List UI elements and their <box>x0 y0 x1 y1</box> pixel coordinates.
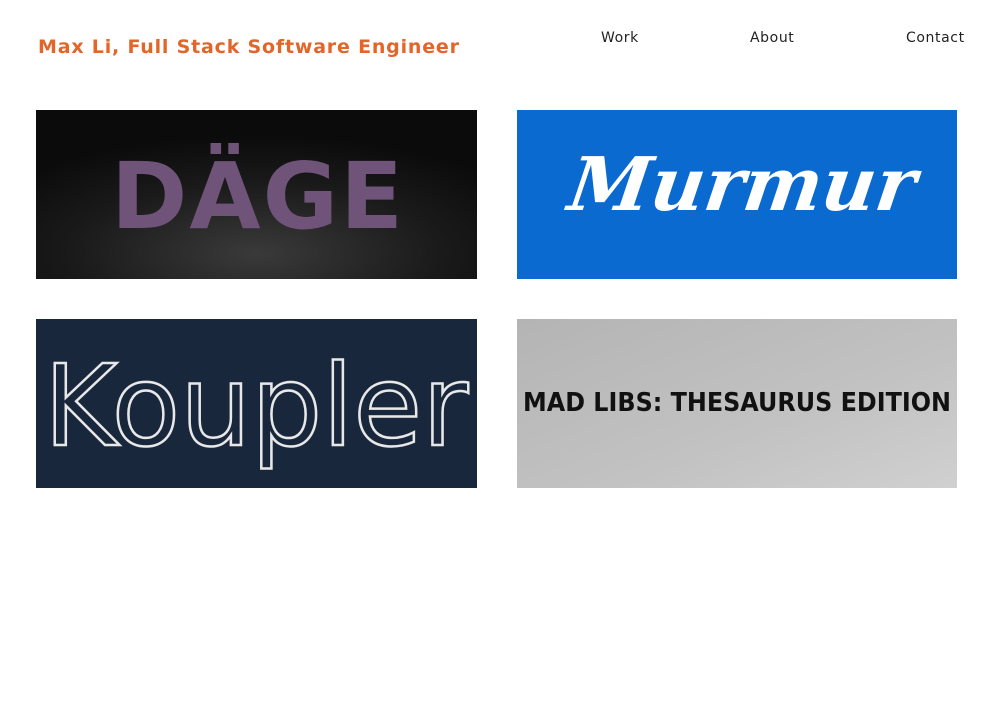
project-tile-dage[interactable]: DÄGE <box>36 110 477 279</box>
dage-logo-image: DÄGE <box>36 110 477 279</box>
nav-link-work[interactable]: Work <box>601 30 639 46</box>
project-tile-koupler[interactable]: Koupler <box>36 319 477 488</box>
main-nav: Work About Contact <box>0 30 997 50</box>
nav-link-contact[interactable]: Contact <box>906 30 965 46</box>
murmur-logo-image: Murmur <box>517 110 957 279</box>
project-tile-murmur[interactable]: Murmur <box>517 110 957 279</box>
dage-logo-text: DÄGE <box>111 142 405 250</box>
murmur-logo-text: Murmur <box>561 140 927 228</box>
koupler-logo-image: Koupler <box>36 319 477 488</box>
madlibs-logo-text: MAD LIBS: THESAURUS EDITION <box>523 388 951 418</box>
madlibs-logo-image: MAD LIBS: THESAURUS EDITION <box>517 319 957 488</box>
nav-link-about[interactable]: About <box>750 30 794 46</box>
koupler-logo-text: Koupler <box>44 342 469 472</box>
project-tile-madlibs[interactable]: MAD LIBS: THESAURUS EDITION <box>517 319 957 488</box>
